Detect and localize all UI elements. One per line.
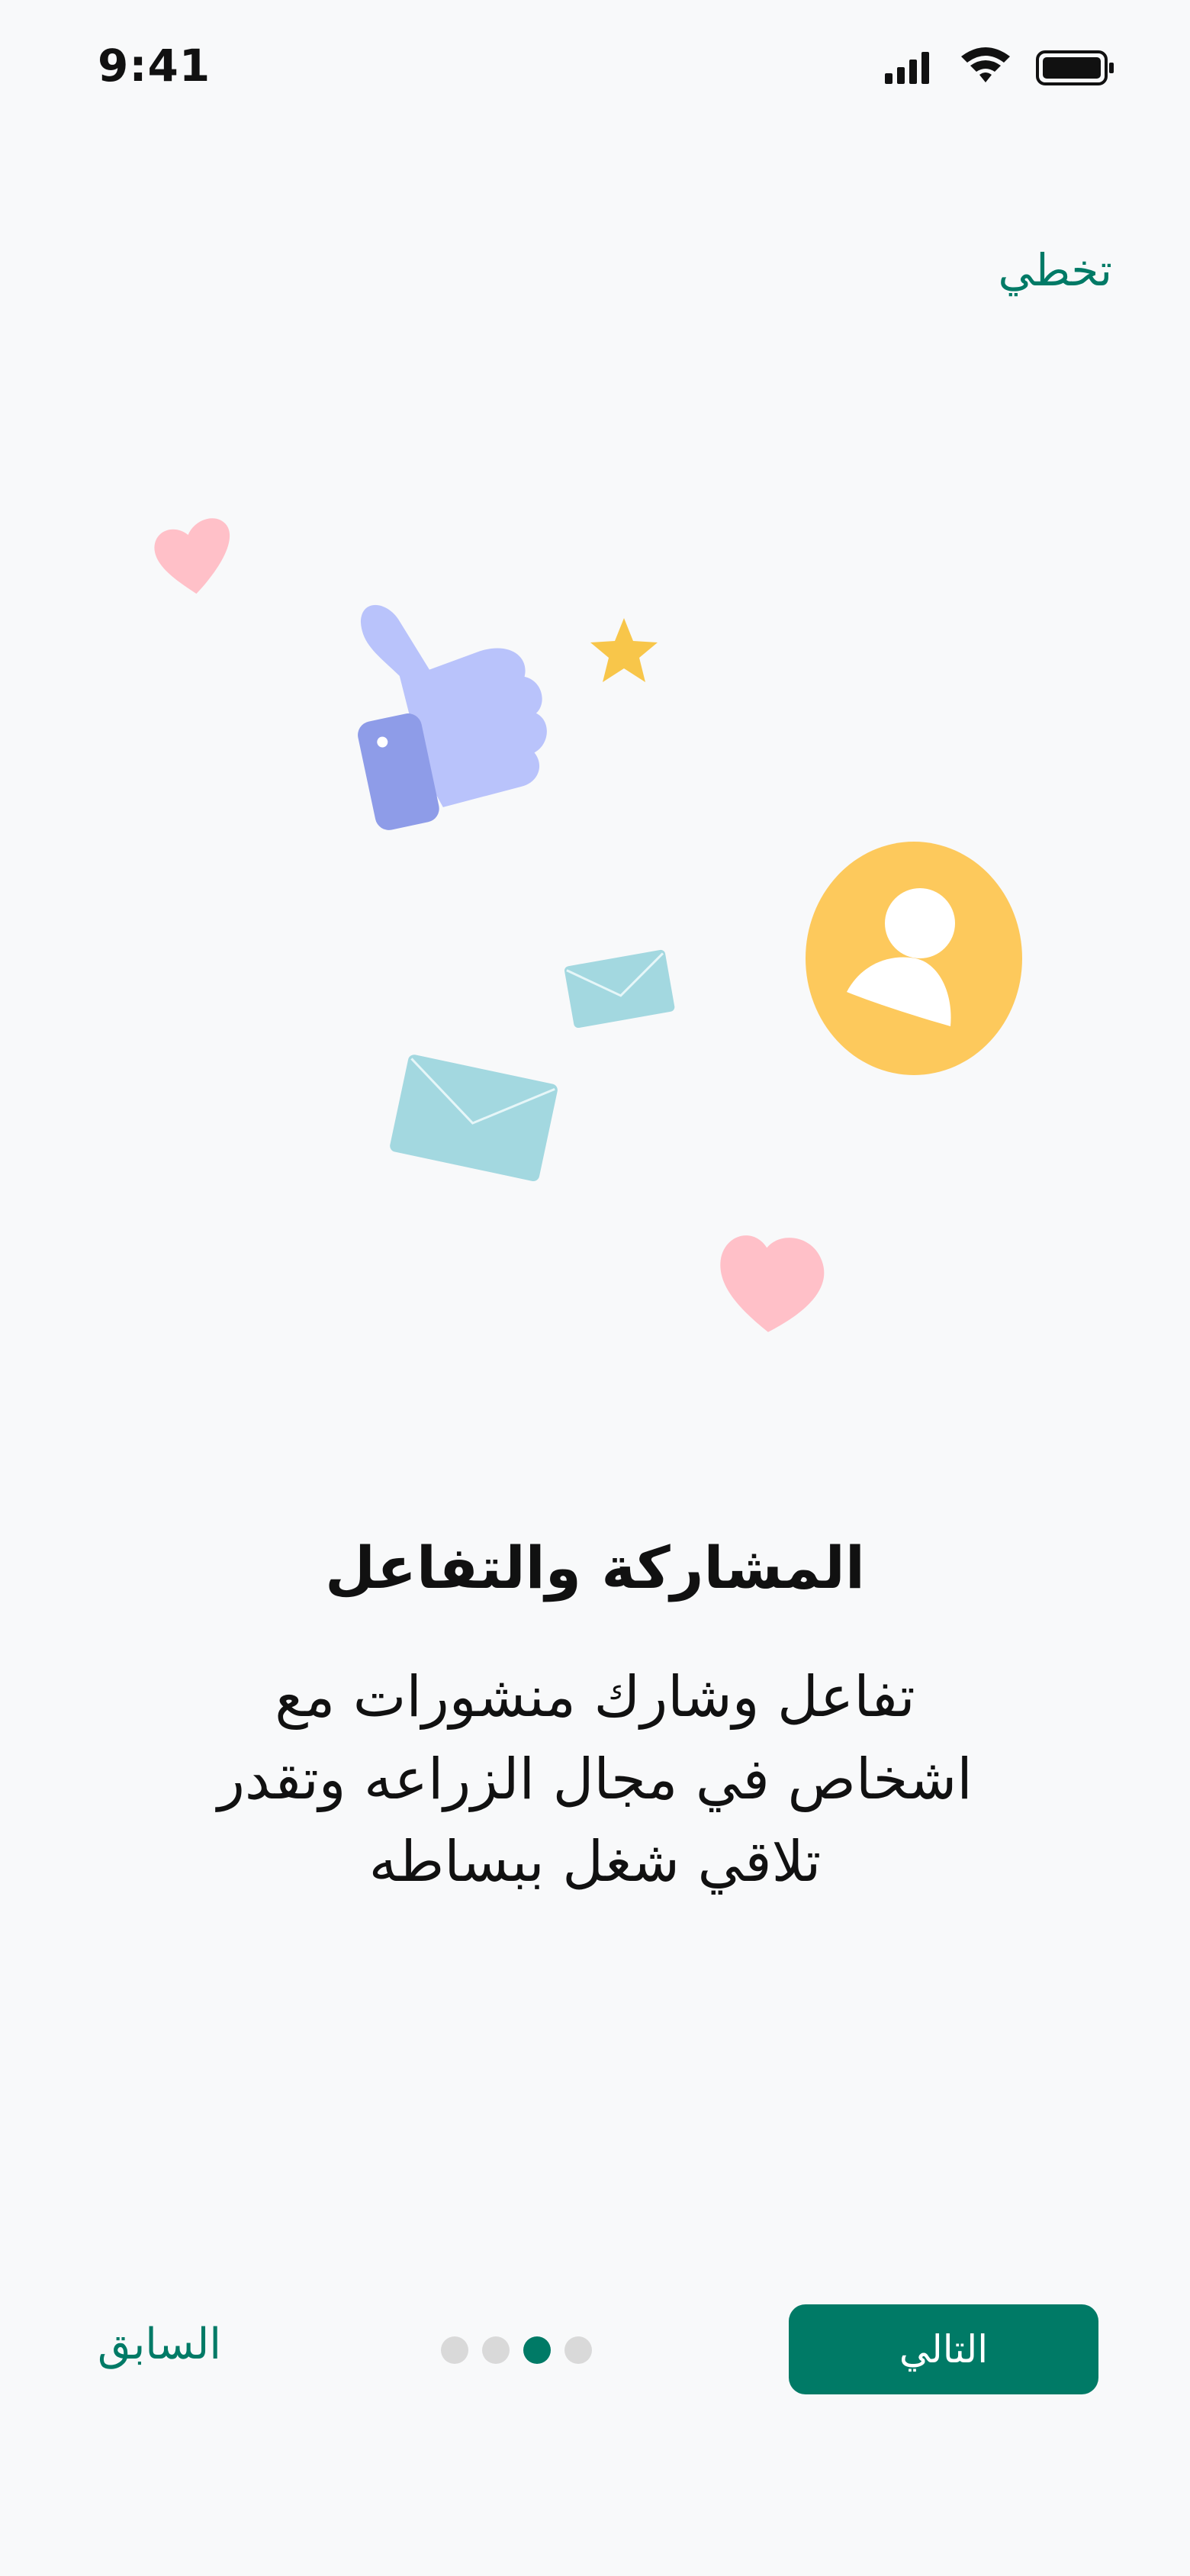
status-icons bbox=[885, 47, 1114, 85]
page-dot bbox=[564, 2336, 592, 2364]
previous-button[interactable]: السابق bbox=[98, 2320, 221, 2369]
onboarding-title: المشاركة والتفاعل bbox=[325, 1534, 865, 1602]
battery-icon bbox=[1036, 50, 1114, 85]
signal-icon bbox=[885, 52, 929, 84]
page-dot bbox=[441, 2336, 468, 2364]
wifi-icon bbox=[961, 47, 1010, 82]
heart-icon bbox=[720, 1235, 825, 1332]
onboarding-screen: 9:41 تخطي المشاركة والتفاعل تفاعل وشارك … bbox=[0, 0, 1190, 2576]
thumbs-up-icon bbox=[358, 604, 547, 830]
envelope-icon bbox=[390, 1055, 558, 1181]
status-time: 9:41 bbox=[98, 40, 211, 92]
page-dot bbox=[482, 2336, 510, 2364]
description-line: تلاقي شغل ببساطه bbox=[368, 1829, 822, 1895]
description-line: تفاعل وشارك منشورات مع bbox=[275, 1664, 915, 1730]
heart-icon bbox=[154, 518, 230, 594]
illustration bbox=[154, 518, 1022, 1332]
user-avatar-icon bbox=[806, 842, 1022, 1075]
page-dot-active bbox=[523, 2336, 551, 2364]
page-indicator bbox=[441, 2335, 592, 2365]
description-line: اشخاص في مجال الزراعه وتقدر bbox=[217, 1747, 973, 1812]
envelope-icon bbox=[564, 949, 675, 1029]
star-icon bbox=[590, 618, 658, 682]
skip-button[interactable]: تخطي bbox=[998, 244, 1112, 296]
onboarding-description: تفاعل وشارك منشورات مع اشخاص في مجال الز… bbox=[137, 1656, 1053, 1903]
next-button[interactable]: التالي bbox=[789, 2304, 1098, 2394]
